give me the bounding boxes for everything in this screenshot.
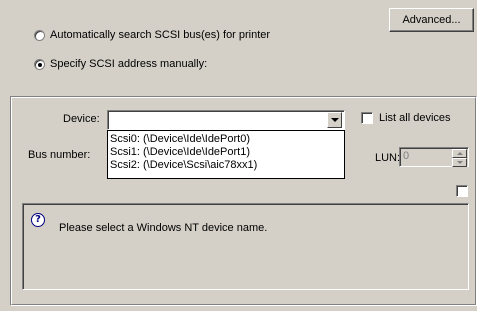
bus-number-label: Bus number: [28, 149, 91, 161]
dropdown-item-scsi0[interactable]: Scsi0: (\Device\Ide\IdePort0) [108, 133, 344, 146]
message-box [22, 203, 469, 290]
lun-value: 0 [403, 150, 410, 162]
spin-down-icon[interactable] [452, 158, 467, 167]
chevron-down-icon[interactable] [327, 112, 342, 128]
lun-label: LUN: [375, 152, 401, 164]
device-label: Device: [63, 113, 100, 125]
auto-search-label[interactable]: Automatically search SCSI bus(es) for pr… [50, 29, 270, 42]
specify-manual-label[interactable]: Specify SCSI address manually: [50, 58, 207, 71]
advanced-button[interactable]: Advanced... [389, 8, 474, 32]
specify-manual-radio[interactable] [34, 59, 45, 70]
info-question-icon: ? [31, 213, 45, 227]
dropdown-item-scsi2[interactable]: Scsi2: (\Device\Scsi\aic78xx1) [108, 159, 344, 172]
dropdown-item-scsi1[interactable]: Scsi1: (\Device\Ide\IdePort1) [108, 146, 344, 159]
list-all-devices-label[interactable]: List all devices [379, 112, 451, 125]
device-dropdown-list[interactable]: Scsi0: (\Device\Ide\IdePort0) Scsi1: (\D… [107, 130, 345, 179]
message-text: Please select a Windows NT device name. [59, 222, 268, 234]
device-combobox[interactable] [107, 110, 345, 130]
unlabeled-checkbox[interactable] [456, 185, 468, 197]
lun-spinner[interactable] [452, 149, 467, 167]
radio-selected-dot [38, 63, 42, 67]
list-all-devices-checkbox[interactable] [361, 112, 373, 124]
auto-search-radio[interactable] [34, 30, 45, 41]
spin-up-icon[interactable] [452, 149, 467, 158]
